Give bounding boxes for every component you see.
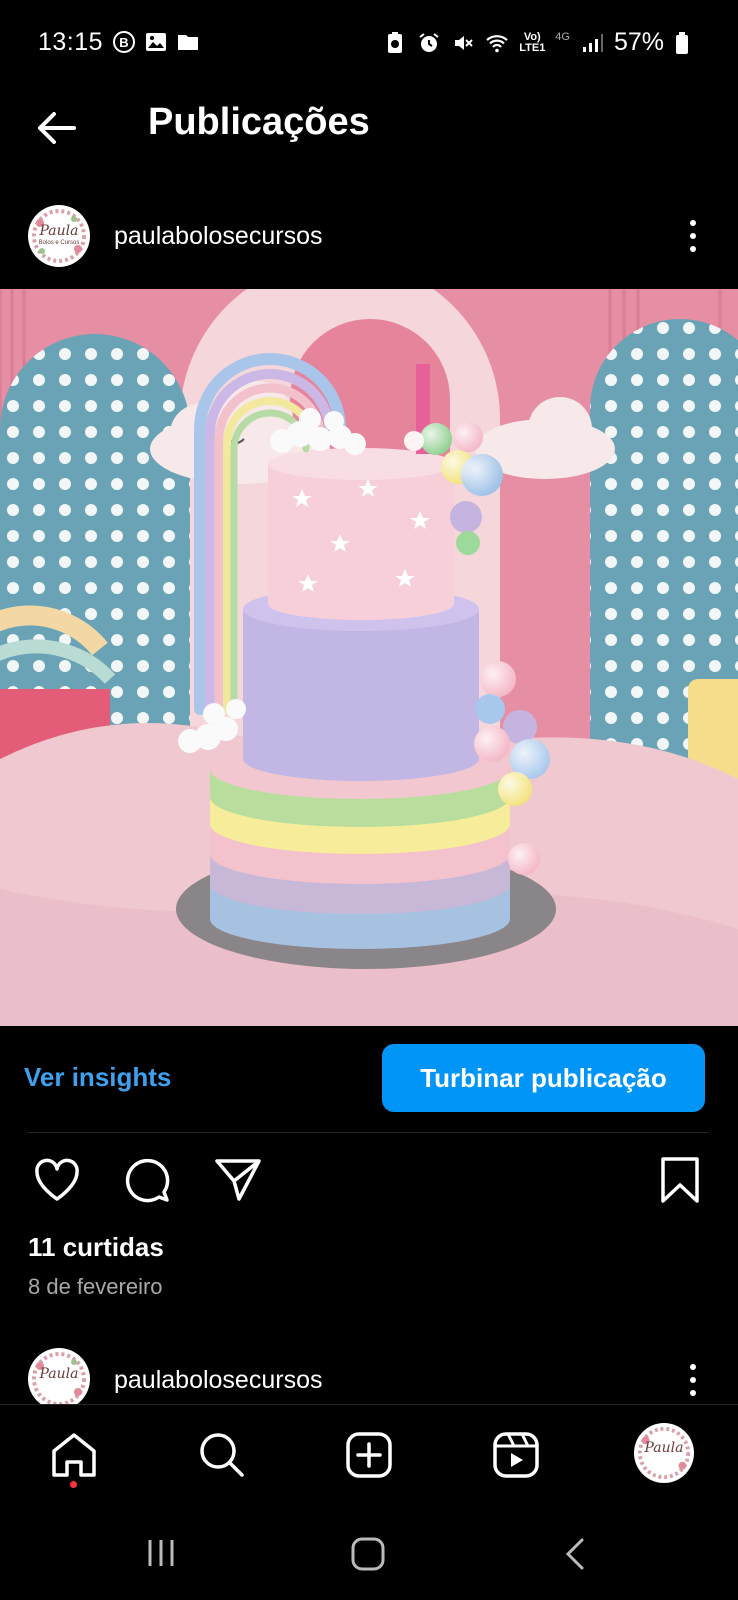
avatar-text: Paula: [644, 1440, 684, 1456]
share-icon[interactable]: [213, 1155, 263, 1205]
system-back-icon[interactable]: [562, 1536, 590, 1572]
notification-dot: [70, 1481, 77, 1488]
battery-icon: [676, 31, 688, 54]
signal-icon: [582, 33, 603, 52]
recent-apps-icon[interactable]: [144, 1536, 178, 1570]
avatar-text: Paula: [39, 223, 79, 239]
volte-label: Vo) LTE1: [519, 30, 546, 54]
boost-post-button[interactable]: Turbinar publicação: [382, 1044, 705, 1112]
wifi-icon: [486, 34, 508, 52]
profile-avatar[interactable]: Paula: [634, 1423, 694, 1483]
battery-percent: 57%: [613, 28, 664, 56]
system-nav: [0, 1514, 738, 1600]
reels-icon[interactable]: [490, 1429, 542, 1481]
post-avatar[interactable]: Paula Bolos e Cursos: [28, 205, 90, 267]
status-time: 13:15: [38, 28, 104, 56]
next-post-username[interactable]: paulabolosecursos: [114, 1366, 322, 1395]
heart-icon[interactable]: [32, 1155, 82, 1205]
divider: [28, 1132, 708, 1133]
status-bar: 13:15 B Vo) LTE1 4G 57%: [0, 0, 738, 90]
more-options-icon[interactable]: [685, 218, 701, 254]
likes-count[interactable]: 11 curtidas: [28, 1232, 164, 1263]
bookmark-icon[interactable]: [655, 1155, 705, 1205]
view-insights-link[interactable]: Ver insights: [24, 1062, 171, 1093]
battery-saver-icon: [388, 31, 403, 53]
mute-icon: [455, 35, 473, 50]
post-date: 8 de fevereiro: [28, 1274, 163, 1299]
post-photo[interactable]: [0, 289, 738, 1026]
search-icon[interactable]: [196, 1429, 248, 1481]
page-title: Publicações: [148, 101, 370, 143]
network-type: 4G: [555, 30, 570, 43]
status-system-icons: Vo) LTE1 4G 57%: [383, 28, 690, 57]
status-notification-icons: B: [112, 30, 200, 54]
create-icon[interactable]: [343, 1429, 395, 1481]
comment-icon[interactable]: [123, 1155, 173, 1205]
bottom-nav: Paula: [0, 1404, 738, 1515]
home-icon[interactable]: [48, 1429, 100, 1481]
svg-text:B: B: [119, 35, 128, 50]
post-username[interactable]: paulabolosecursos: [114, 222, 322, 251]
home-button-icon[interactable]: [350, 1536, 386, 1572]
gallery-notification-icon: [146, 33, 166, 51]
next-post-avatar[interactable]: Paula: [28, 1348, 90, 1410]
folder-notification-icon: [178, 35, 198, 50]
avatar-text: Paula: [39, 1366, 79, 1382]
back-arrow-icon[interactable]: [30, 100, 86, 156]
alarm-icon: [419, 32, 439, 52]
cake-illustration: [0, 289, 738, 1026]
b-notification-icon: B: [113, 31, 135, 53]
avatar-subtext: Bolos e Cursos: [38, 240, 80, 246]
more-options-icon[interactable]: [685, 1362, 701, 1398]
